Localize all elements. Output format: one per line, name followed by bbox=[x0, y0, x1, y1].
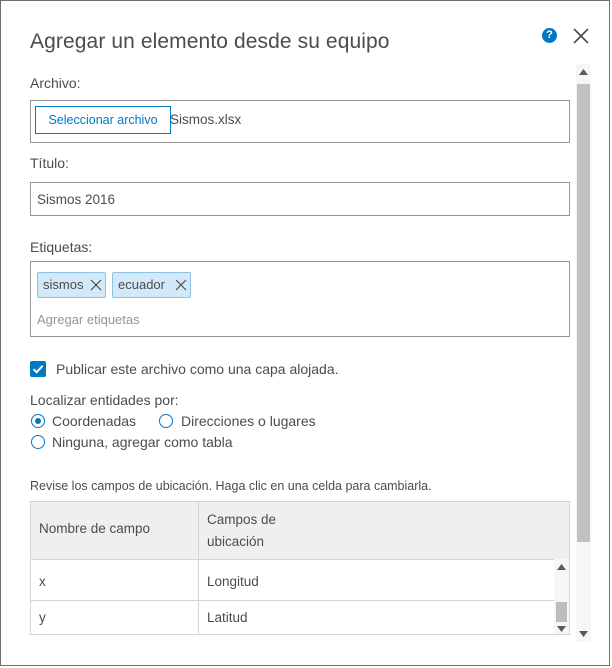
file-label: Archivo: bbox=[30, 75, 81, 91]
checkmark-icon bbox=[32, 365, 44, 374]
tags-placeholder: Agregar etiquetas bbox=[37, 312, 140, 327]
header-field-name: Nombre de campo bbox=[39, 521, 151, 536]
table-cell: x bbox=[39, 574, 46, 589]
title-input[interactable]: Sismos 2016 bbox=[30, 182, 570, 216]
remove-tag-icon[interactable] bbox=[90, 279, 102, 291]
tags-input[interactable]: sismos ecuador Agregar etiquetas bbox=[30, 261, 570, 337]
select-file-button[interactable]: Seleccionar archivo bbox=[35, 106, 171, 134]
dialog-scrollbar-thumb[interactable] bbox=[577, 84, 590, 542]
selected-file-name: Sismos.xlsx bbox=[170, 112, 242, 127]
radio-coordinates-label: Coordenadas bbox=[52, 413, 137, 429]
table-scrollbar[interactable] bbox=[554, 559, 569, 634]
table-cell: y bbox=[39, 610, 46, 625]
scroll-down-icon[interactable] bbox=[579, 631, 588, 637]
tags-label: Etiquetas: bbox=[30, 239, 93, 255]
table-scrollbar-thumb[interactable] bbox=[556, 602, 567, 622]
close-icon[interactable] bbox=[571, 26, 591, 46]
column-divider bbox=[198, 502, 199, 634]
tag-chip: ecuador bbox=[112, 272, 191, 298]
table-cell[interactable]: Longitud bbox=[207, 574, 259, 589]
scroll-up-icon[interactable] bbox=[579, 69, 588, 75]
publish-label: Publicar este archivo como una capa aloj… bbox=[56, 361, 339, 377]
radio-none-table[interactable] bbox=[31, 435, 45, 449]
remove-tag-icon[interactable] bbox=[175, 279, 187, 291]
radio-addresses-label: Direcciones o lugares bbox=[181, 413, 316, 429]
radio-addresses[interactable] bbox=[159, 414, 173, 428]
locate-features-label: Localizar entidades por: bbox=[30, 392, 179, 408]
header-location-fields: Campos de ubicación bbox=[207, 512, 277, 549]
table-row[interactable]: y Latitud bbox=[31, 600, 555, 634]
dialog-scrollbar[interactable] bbox=[576, 64, 591, 642]
publish-hosted-layer-checkbox[interactable] bbox=[30, 361, 46, 377]
location-fields-table: Nombre de campo Campos de ubicación x Lo… bbox=[30, 501, 570, 635]
file-field: Seleccionar archivo Sismos.xlsx bbox=[30, 100, 570, 143]
help-icon[interactable]: ? bbox=[542, 28, 557, 43]
scroll-down-icon[interactable] bbox=[557, 626, 566, 632]
tag-chip-label: sismos bbox=[43, 277, 84, 292]
tag-chip: sismos bbox=[37, 272, 106, 298]
table-cell[interactable]: Latitud bbox=[207, 610, 248, 625]
title-input-value: Sismos 2016 bbox=[37, 192, 116, 207]
dialog-title: Agregar un elemento desde su equipo bbox=[30, 30, 390, 53]
scroll-up-icon[interactable] bbox=[557, 564, 566, 570]
tag-chip-label: ecuador bbox=[118, 277, 165, 292]
table-header: Nombre de campo Campos de ubicación bbox=[31, 502, 569, 560]
table-row[interactable]: x Longitud bbox=[31, 564, 555, 601]
radio-coordinates[interactable] bbox=[31, 414, 45, 428]
radio-none-table-label: Ninguna, agregar como tabla bbox=[52, 434, 233, 450]
add-item-dialog: Agregar un elemento desde su equipo ? Ar… bbox=[0, 0, 610, 666]
location-fields-instructions: Revise los campos de ubicación. Haga cli… bbox=[30, 479, 432, 493]
title-label: Título: bbox=[30, 155, 69, 171]
